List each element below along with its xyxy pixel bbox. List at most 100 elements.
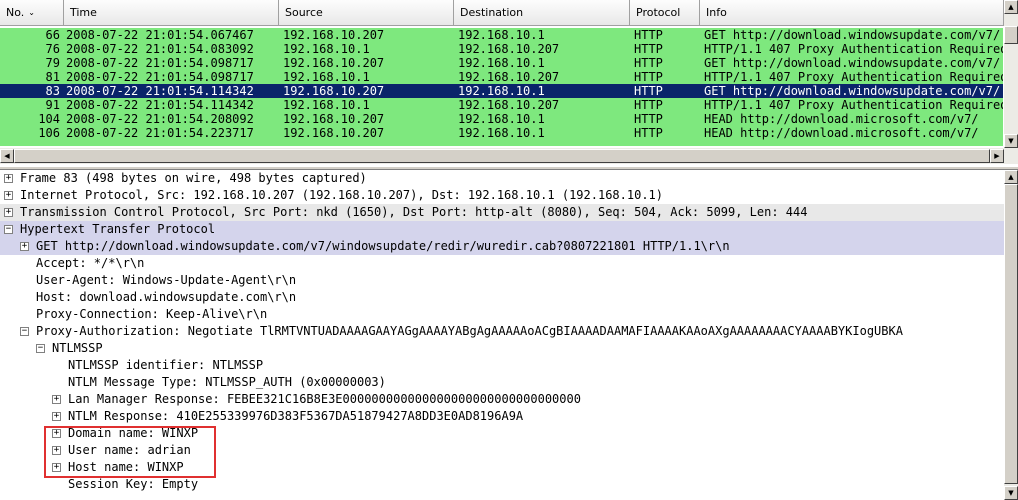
column-header-label: Source xyxy=(285,6,323,19)
vscroll-thumb[interactable] xyxy=(1004,26,1018,44)
tree-node[interactable]: Accept: */*\r\n xyxy=(0,255,1004,272)
cell-destination: 192.168.10.1 xyxy=(458,126,545,140)
cell-time: 2008-07-22 21:01:54.067467 xyxy=(66,28,254,42)
cell-destination: 192.168.10.1 xyxy=(458,56,545,70)
tree-node[interactable]: + GET http://download.windowsupdate.com/v… xyxy=(0,238,1004,255)
cell-protocol: HTTP xyxy=(634,56,663,70)
cell-time: 2008-07-22 21:01:54.114342 xyxy=(66,84,254,98)
column-header-label: Time xyxy=(70,6,97,19)
collapse-icon[interactable]: − xyxy=(36,344,45,353)
tree-node[interactable]: + Internet Protocol, Src: 192.168.10.207 … xyxy=(0,187,1004,204)
cell-time: 2008-07-22 21:01:54.223717 xyxy=(66,126,254,140)
expand-icon[interactable]: + xyxy=(4,208,13,217)
packet-list[interactable]: No. ⌄ Time Source Destination Protocol Info 66… xyxy=(0,0,1018,148)
cell-time: 2008-07-22 21:01:54.098717 xyxy=(66,56,254,70)
cell-destination: 192.168.10.1 xyxy=(458,84,545,98)
cell-source: 192.168.10.207 xyxy=(283,126,385,140)
packet-list-hscroll[interactable]: ◀ ▶ xyxy=(0,148,1018,164)
cell-no: 91 xyxy=(45,98,60,112)
tree-node[interactable]: − NTLMSSP xyxy=(0,340,1004,357)
tree-node-label: Internet Protocol, Src: 192.168.10.207 (… xyxy=(20,188,663,202)
tree-node[interactable]: + Transmission Control Protocol, Src Port… xyxy=(0,204,1004,221)
tree-node[interactable]: + NTLM Response: 410E255339976D383F5367DA… xyxy=(0,408,1004,425)
tree-node[interactable]: − Proxy-Authorization: Negotiate TlRMTVNT… xyxy=(0,323,1004,340)
column-header-label: Protocol xyxy=(636,6,681,19)
scroll-right-icon[interactable]: ▶ xyxy=(990,149,1004,163)
column-header-time[interactable]: Time xyxy=(64,0,279,26)
column-header-info[interactable]: Info xyxy=(700,0,1004,26)
cell-source: 192.168.10.207 xyxy=(283,56,385,70)
tree-node[interactable]: Proxy-Connection: Keep-Alive\r\n xyxy=(0,306,1004,323)
cell-no: 76 xyxy=(45,42,60,56)
packet-row[interactable]: 106 2008-07-22 21:01:54.223717 192.168.10.… xyxy=(0,126,1003,140)
cell-source: 192.168.10.207 xyxy=(283,84,385,98)
cell-destination: 192.168.10.207 xyxy=(458,70,560,84)
column-header-destination[interactable]: Destination xyxy=(454,0,630,26)
tree-node-label: Session Key: Empty xyxy=(68,477,199,491)
tree-node[interactable]: + Frame 83 (498 bytes on wire, 498 bytes … xyxy=(0,170,1004,187)
hscroll-thumb[interactable] xyxy=(14,149,990,163)
cell-info: HTTP/1.1 407 Proxy Authentication Requir… xyxy=(704,70,1003,84)
scroll-left-icon[interactable]: ◀ xyxy=(0,149,14,163)
cell-info: GET http://download.windowsupdate.com/v7… xyxy=(704,56,1001,70)
packet-row[interactable]: 81 2008-07-22 21:01:54.098717 192.168.10.1… xyxy=(0,70,1003,84)
expand-icon[interactable]: + xyxy=(52,412,61,421)
detail-scroll-down-icon[interactable]: ▼ xyxy=(1004,486,1018,500)
cell-info: HTTP/1.1 407 Proxy Authentication Requir… xyxy=(704,98,1003,112)
packet-list-vscroll[interactable]: ▲ ▼ xyxy=(1004,0,1018,148)
tree-node[interactable]: User-Agent: Windows-Update-Agent\r\n xyxy=(0,272,1004,289)
cell-source: 192.168.10.207 xyxy=(283,28,385,42)
tree-node-label: NTLMSSP identifier: NTLMSSP xyxy=(68,358,264,372)
packet-row[interactable]: 76 2008-07-22 21:01:54.083092 192.168.10.1… xyxy=(0,42,1003,56)
tree-node-label: NTLM Response: 410E255339976D383F5367DA5… xyxy=(68,409,524,423)
tree-node[interactable]: + Lan Manager Response: FEBEE321C16B8E3E0… xyxy=(0,391,1004,408)
cell-no: 81 xyxy=(45,70,60,84)
packet-row[interactable]: 91 2008-07-22 21:01:54.114342 192.168.10.1… xyxy=(0,98,1003,112)
packet-row[interactable]: 66 2008-07-22 21:01:54.067467 192.168.10.2… xyxy=(0,28,1003,42)
packet-row-partial[interactable] xyxy=(0,140,1003,146)
tree-node-label: Frame 83 (498 bytes on wire, 498 bytes c… xyxy=(20,171,367,185)
packet-row[interactable]: 104 2008-07-22 21:01:54.208092 192.168.10.… xyxy=(0,112,1003,126)
tree-node[interactable]: Session Key: Empty xyxy=(0,476,1004,493)
cell-info: HTTP/1.1 407 Proxy Authentication Requir… xyxy=(704,42,1003,56)
column-header-label: Destination xyxy=(460,6,524,19)
tree-node[interactable]: Host: download.windowsupdate.com\r\n xyxy=(0,289,1004,306)
detail-scroll-up-icon[interactable]: ▲ xyxy=(1004,170,1018,184)
tree-node-label: Proxy-Connection: Keep-Alive\r\n xyxy=(36,307,268,321)
tree-node-label: GET http://download.windowsupdate.com/v7… xyxy=(36,239,730,253)
cell-protocol: HTTP xyxy=(634,84,663,98)
cell-source: 192.168.10.1 xyxy=(283,98,370,112)
sort-descending-icon: ⌄ xyxy=(28,8,35,17)
column-header-label: No. xyxy=(6,6,25,19)
tree-node[interactable]: − Hypertext Transfer Protocol xyxy=(0,221,1004,238)
cell-destination: 192.168.10.207 xyxy=(458,42,560,56)
tree-node-label: Lan Manager Response: FEBEE321C16B8E3E00… xyxy=(68,392,581,406)
column-header-source[interactable]: Source xyxy=(279,0,454,26)
packet-row[interactable]: 79 2008-07-22 21:01:54.098717 192.168.10.2… xyxy=(0,56,1003,70)
cell-source: 192.168.10.1 xyxy=(283,42,370,56)
tree-node-label: Hypertext Transfer Protocol xyxy=(20,222,216,236)
packet-row-selected[interactable]: 83 2008-07-22 21:01:54.114342 192.168.10.2… xyxy=(0,84,1003,98)
tree-node[interactable]: NTLM Message Type: NTLMSSP_AUTH (0x00000… xyxy=(0,374,1004,391)
expand-icon[interactable]: + xyxy=(52,395,61,404)
cell-protocol: HTTP xyxy=(634,28,663,42)
collapse-icon[interactable]: − xyxy=(4,225,13,234)
collapse-icon[interactable]: − xyxy=(20,327,29,336)
tree-node-label: Host: download.windowsupdate.com\r\n xyxy=(36,290,297,304)
tree-node-label: Accept: */*\r\n xyxy=(36,256,145,270)
column-header-protocol[interactable]: Protocol xyxy=(630,0,700,26)
column-header-no[interactable]: No. ⌄ xyxy=(0,0,64,26)
tree-node-label: NTLMSSP xyxy=(52,341,103,355)
expand-icon[interactable]: + xyxy=(20,242,29,251)
cell-no: 66 xyxy=(45,28,60,42)
expand-icon[interactable]: + xyxy=(4,174,13,183)
credentials-highlight-box xyxy=(44,426,216,478)
cell-destination: 192.168.10.1 xyxy=(458,112,545,126)
expand-icon[interactable]: + xyxy=(4,191,13,200)
cell-info: GET http://download.windowsupdate.com/v7… xyxy=(704,28,1001,42)
detail-vscroll-thumb[interactable] xyxy=(1004,184,1018,484)
detail-vscroll[interactable]: ▲ ▼ xyxy=(1004,170,1018,500)
tree-node[interactable]: NTLMSSP identifier: NTLMSSP xyxy=(0,357,1004,374)
scroll-down-icon[interactable]: ▼ xyxy=(1004,134,1018,148)
scroll-up-icon[interactable]: ▲ xyxy=(1004,0,1018,14)
